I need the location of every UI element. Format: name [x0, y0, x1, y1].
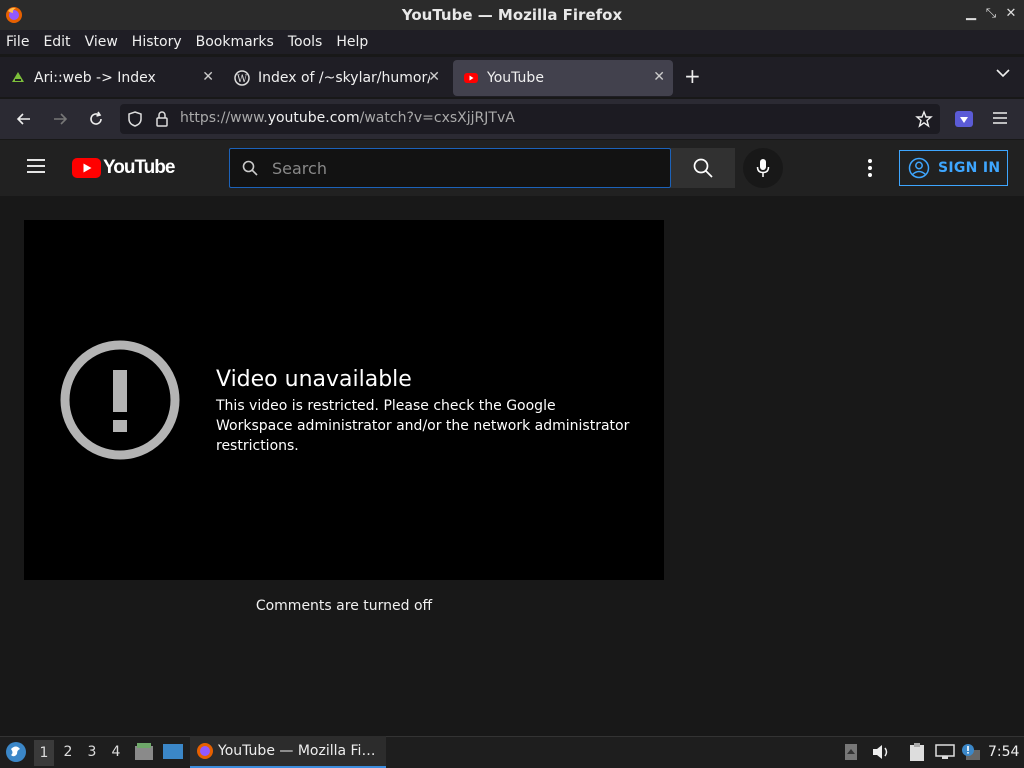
voice-search-button[interactable] [743, 148, 783, 188]
menu-bookmarks[interactable]: Bookmarks [196, 34, 274, 50]
tab-ariweb[interactable]: Ari::web -> Index ✕ [0, 60, 222, 96]
menu-tools[interactable]: Tools [288, 34, 323, 50]
minimize-icon[interactable]: ▁ [962, 6, 980, 21]
tab-label: Ari::web -> Index [34, 70, 156, 86]
url-bar[interactable]: https://www.youtube.com/watch?v=cxsXjjRJ… [120, 104, 940, 134]
tab-list-chevron-icon[interactable] [996, 68, 1010, 78]
microphone-icon [756, 159, 770, 177]
comments-status: Comments are turned off [255, 598, 433, 614]
forward-arrow-icon[interactable] [50, 109, 70, 129]
menu-help[interactable]: Help [336, 34, 368, 50]
lock-icon[interactable] [154, 110, 170, 128]
search-icon [693, 158, 713, 178]
ariweb-favicon-icon [12, 72, 24, 82]
search-button[interactable] [671, 148, 735, 188]
youtube-logo-text: YouTube [103, 157, 175, 178]
hamburger-menu-icon[interactable] [992, 111, 1008, 125]
menu-bar: File Edit View History Bookmarks Tools H… [0, 30, 1024, 54]
start-menu-icon[interactable] [5, 741, 27, 763]
workspace-2[interactable]: 2 [58, 744, 78, 760]
more-options-icon[interactable] [866, 158, 874, 178]
file-manager-icon[interactable] [134, 742, 154, 762]
search-box[interactable] [229, 148, 671, 188]
window-title: YouTube — Mozilla Firefox [401, 6, 623, 24]
tab-skylar-humor[interactable]: W Index of /~skylar/humor/ ✕ [224, 60, 448, 96]
extension-icon[interactable] [954, 110, 974, 128]
restore-icon[interactable]: ⤡ [982, 6, 1000, 21]
clock: 7:54 [988, 744, 1020, 760]
close-tab-icon[interactable]: ✕ [202, 69, 214, 85]
search-input[interactable] [270, 155, 650, 181]
guide-menu-icon[interactable] [26, 158, 46, 174]
tab-label: YouTube [487, 70, 544, 86]
error-exclamation-icon [60, 340, 180, 460]
reload-icon[interactable] [86, 109, 106, 129]
shield-icon[interactable] [126, 110, 144, 128]
new-tab-icon[interactable]: + [684, 64, 701, 88]
workspace-4[interactable]: 4 [106, 744, 126, 760]
workspace-1[interactable]: 1 [34, 740, 54, 766]
youtube-play-logo-icon [72, 158, 101, 178]
search-icon [242, 160, 258, 176]
tab-youtube[interactable]: YouTube ✕ [453, 60, 673, 96]
notification-icon[interactable] [960, 742, 982, 762]
close-tab-icon[interactable]: ✕ [428, 69, 440, 85]
firefox-logo-icon [6, 7, 22, 23]
youtube-favicon-icon [464, 73, 478, 83]
menu-history[interactable]: History [132, 34, 182, 50]
bookmark-star-icon[interactable] [915, 110, 933, 128]
account-circle-icon [908, 157, 930, 179]
taskbar-window-label: YouTube — Mozilla Fi… [218, 743, 376, 759]
tray-arrow-icon[interactable] [844, 743, 858, 761]
error-title: Video unavailable [216, 367, 412, 392]
sign-in-button[interactable]: SIGN IN [899, 150, 1008, 186]
workspace-3[interactable]: 3 [82, 744, 102, 760]
taskbar-firefox-window[interactable]: YouTube — Mozilla Fi… [190, 736, 386, 768]
error-message: This video is restricted. Please check t… [216, 398, 630, 454]
back-arrow-icon[interactable] [14, 109, 34, 129]
tab-label: Index of /~skylar/humor/ [258, 70, 430, 86]
url-text[interactable]: https://www.youtube.com/watch?v=cxsXjjRJ… [180, 110, 515, 126]
wordpress-favicon-icon: W [234, 70, 250, 86]
svg-text:W: W [237, 74, 248, 85]
menu-edit[interactable]: Edit [43, 34, 70, 50]
close-window-icon[interactable]: ✕ [1002, 6, 1020, 21]
youtube-logo[interactable]: YouTube [72, 157, 175, 179]
video-player[interactable]: Video unavailable This video is restrict… [24, 220, 664, 580]
menu-view[interactable]: View [85, 34, 118, 50]
desktop-icon[interactable] [162, 742, 184, 762]
sign-in-label: SIGN IN [938, 160, 1001, 176]
menu-file[interactable]: File [6, 34, 29, 50]
clipboard-icon[interactable] [908, 742, 926, 762]
firefox-logo-icon [197, 743, 213, 759]
network-icon[interactable] [934, 743, 956, 761]
close-tab-icon[interactable]: ✕ [653, 69, 665, 85]
volume-icon[interactable] [871, 743, 891, 761]
window-titlebar: YouTube — Mozilla Firefox ▁ ⤡ ✕ [0, 0, 1024, 30]
